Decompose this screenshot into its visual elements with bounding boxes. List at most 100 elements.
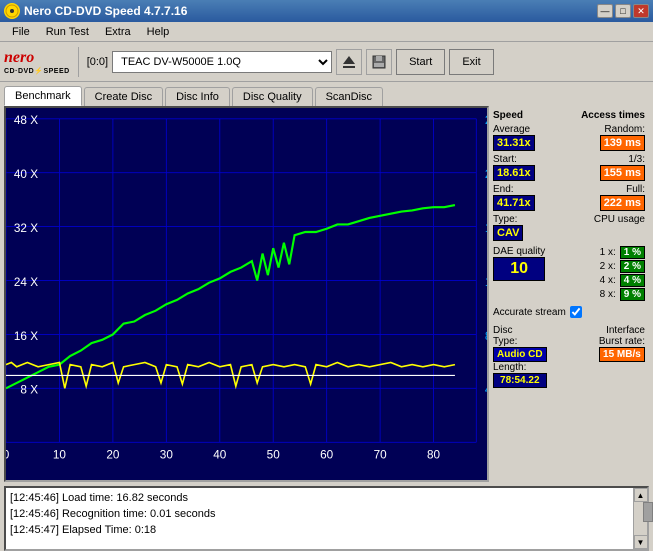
cpu-stats: 1 x: 1 % 2 x: 2 % 4 x: 4 % 8 x: 9 % (600, 246, 645, 301)
right-panel: Speed Access times Average 31.31x Random… (489, 106, 649, 482)
drive-combo[interactable]: TEAC DV-W5000E 1.0Q (112, 51, 332, 73)
app-icon (4, 3, 20, 19)
log-content: [12:45:46] Load time: 16.82 seconds [12:… (6, 488, 633, 549)
interface-header: Interface (599, 325, 645, 336)
tab-scandisc[interactable]: ScanDisc (315, 87, 383, 106)
svg-text:60: 60 (320, 447, 334, 461)
accurate-stream-row: Accurate stream (493, 306, 645, 318)
exit-button[interactable]: Exit (449, 49, 493, 75)
start-label: Start: (493, 154, 535, 165)
dae-area: DAE quality 10 (493, 246, 545, 301)
random-stat: Random: 139 ms (600, 124, 645, 151)
log-scrollbar: ▲ ▼ (633, 488, 647, 549)
end-stat: End: 41.71x (493, 184, 535, 211)
svg-text:4: 4 (485, 383, 487, 397)
full-label: Full: (600, 184, 645, 195)
speed-header: Speed (493, 110, 523, 121)
menu-file[interactable]: File (4, 24, 38, 40)
onethird-stat: 1/3: 155 ms (600, 154, 645, 181)
dae-header: DAE quality (493, 246, 545, 257)
start-stat: Start: 18.61x (493, 154, 535, 181)
start-value: 18.61x (493, 165, 535, 181)
log-area: [12:45:46] Load time: 16.82 seconds [12:… (4, 486, 649, 551)
nero-logo: nero CD·DVD⚡SPEED (4, 49, 70, 75)
svg-text:32 X: 32 X (14, 221, 38, 235)
svg-text:16: 16 (485, 221, 487, 235)
minimize-button[interactable]: — (597, 4, 613, 18)
menu-help[interactable]: Help (139, 24, 178, 40)
scrollbar-up-button[interactable]: ▲ (634, 488, 648, 502)
main-content: 48 X 40 X 32 X 24 X 16 X 8 X 24 20 16 12… (0, 106, 653, 486)
svg-text:8 X: 8 X (20, 383, 38, 397)
graph-container: 48 X 40 X 32 X 24 X 16 X 8 X 24 20 16 12… (4, 106, 489, 482)
window-controls: — □ ✕ (597, 4, 649, 18)
nero-subbrand: CD·DVD⚡SPEED (4, 67, 70, 75)
onethird-value: 155 ms (600, 165, 645, 181)
menu-bar: File Run Test Extra Help (0, 22, 653, 42)
random-label: Random: (600, 124, 645, 135)
type-stat: Type: CAV (493, 214, 523, 241)
maximize-button[interactable]: □ (615, 4, 631, 18)
tab-discinfo[interactable]: Disc Info (165, 87, 230, 106)
svg-text:16 X: 16 X (14, 329, 38, 343)
window-title: Nero CD-DVD Speed 4.7.7.16 (24, 4, 187, 18)
eject-button[interactable] (336, 49, 362, 75)
full-stat: Full: 222 ms (600, 184, 645, 211)
accurate-label: Accurate stream (493, 307, 566, 318)
end-value: 41.71x (493, 195, 535, 211)
menu-extra[interactable]: Extra (97, 24, 139, 40)
svg-text:20: 20 (106, 447, 120, 461)
svg-text:48 X: 48 X (14, 113, 38, 127)
scrollbar-thumb[interactable] (643, 502, 653, 522)
type-label: Type: (493, 214, 523, 225)
svg-text:30: 30 (160, 447, 174, 461)
tab-bar: Benchmark Create Disc Disc Info Disc Qua… (0, 82, 653, 106)
dae-value: 10 (493, 257, 545, 281)
svg-text:12: 12 (485, 275, 487, 289)
svg-text:40: 40 (213, 447, 227, 461)
disc-length-value: 78:54.22 (493, 373, 547, 388)
log-line-0: [12:45:46] Load time: 16.82 seconds (10, 490, 629, 506)
svg-text:40 X: 40 X (14, 167, 38, 181)
cpu-2x-value: 2 % (620, 260, 645, 273)
disc-area: Disc Type: Audio CD Length: 78:54.22 (493, 325, 547, 388)
burst-value: 15 MB/s (599, 347, 645, 362)
full-value: 222 ms (600, 195, 645, 211)
svg-text:24 X: 24 X (14, 275, 38, 289)
close-button[interactable]: ✕ (633, 4, 649, 18)
tab-benchmark[interactable]: Benchmark (4, 86, 82, 106)
toolbar-separator (78, 47, 79, 77)
accurate-checkbox[interactable] (570, 306, 582, 318)
tab-discquality[interactable]: Disc Quality (232, 87, 313, 106)
disc-header: Disc (493, 325, 547, 336)
average-label: Average (493, 124, 535, 135)
tab-createdisc[interactable]: Create Disc (84, 87, 163, 106)
svg-text:10: 10 (53, 447, 67, 461)
cpu-1x-value: 1 % (620, 246, 645, 259)
cpu-1x-label: 1 x: (600, 247, 616, 258)
cpu-8x-label: 8 x: (600, 289, 616, 300)
cpu-2x-label: 2 x: (600, 261, 616, 272)
interface-area: Interface Burst rate: 15 MB/s (599, 325, 645, 388)
drive-select-area: [0:0] TEAC DV-W5000E 1.0Q (87, 51, 332, 73)
save-button[interactable] (366, 49, 392, 75)
svg-text:70: 70 (374, 447, 388, 461)
svg-text:24: 24 (485, 113, 487, 127)
average-value: 31.31x (493, 135, 535, 151)
cpu-header: CPU usage (594, 214, 645, 225)
svg-text:8: 8 (485, 329, 487, 343)
nero-brand: nero (4, 49, 70, 67)
title-bar: Nero CD-DVD Speed 4.7.7.16 — □ ✕ (0, 0, 653, 22)
scrollbar-down-button[interactable]: ▼ (634, 535, 648, 549)
disc-length-label: Length: (493, 362, 547, 373)
end-label: End: (493, 184, 535, 195)
access-header: Access times (581, 110, 645, 121)
drive-label: [0:0] (87, 56, 108, 68)
cpu-8x-value: 9 % (620, 288, 645, 301)
start-button[interactable]: Start (396, 49, 445, 75)
cpu-header-area: CPU usage (594, 214, 645, 241)
menu-runtest[interactable]: Run Test (38, 24, 97, 40)
random-value: 139 ms (600, 135, 645, 151)
toolbar: nero CD·DVD⚡SPEED [0:0] TEAC DV-W5000E 1… (0, 42, 653, 82)
log-line-1: [12:45:46] Recognition time: 0.01 second… (10, 506, 629, 522)
